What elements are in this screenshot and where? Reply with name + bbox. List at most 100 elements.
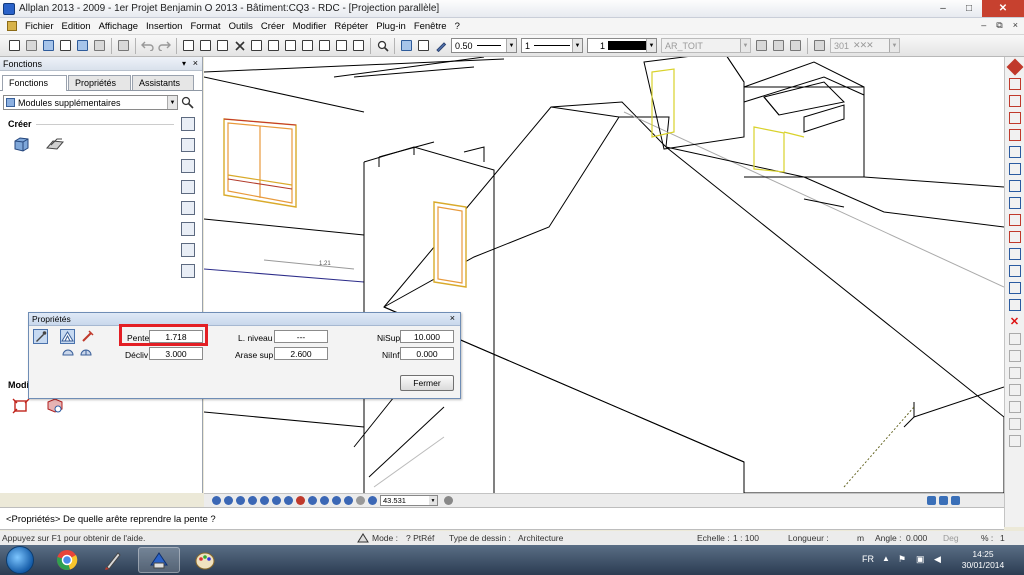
navigate-icon[interactable]: [331, 496, 341, 505]
tab-proprietes[interactable]: Propriétés: [68, 75, 131, 90]
image-button[interactable]: [117, 39, 131, 53]
level-tool-icon[interactable]: [1008, 401, 1021, 413]
brush-tool-icon[interactable]: [1008, 333, 1021, 345]
drawing-type-value[interactable]: Architecture: [518, 533, 563, 543]
doc-close-button[interactable]: ×: [1013, 20, 1018, 31]
zoom-in-icon[interactable]: [271, 496, 281, 505]
menu-fenetre[interactable]: Fenêtre: [410, 21, 451, 32]
landscape-tool-icon[interactable]: [181, 264, 195, 278]
sphere-tool-icon[interactable]: [181, 117, 195, 131]
angle-value[interactable]: 0.000: [906, 533, 927, 543]
delete-button[interactable]: [233, 39, 247, 53]
grid-tool-icon[interactable]: [181, 138, 195, 152]
transform-tool-icon[interactable]: [1008, 299, 1021, 311]
drawing-viewport[interactable]: 1.21: [204, 57, 1004, 493]
edit-copy-solid-icon[interactable]: [46, 398, 64, 414]
layer-visibility-button[interactable]: [772, 39, 786, 53]
redo-button[interactable]: [158, 39, 172, 53]
menu-format[interactable]: Format: [186, 21, 224, 32]
module-select[interactable]: Modules supplémentaires ▼: [3, 95, 178, 110]
array-tool-icon[interactable]: [1008, 180, 1021, 192]
zoom-all-icon[interactable]: [211, 496, 221, 505]
taskbar-chrome[interactable]: [46, 547, 88, 573]
decliv-input[interactable]: 3.000: [149, 347, 203, 360]
join-tool-icon[interactable]: [1008, 129, 1021, 141]
properties-dialog-close-button[interactable]: ×: [450, 313, 455, 323]
pen-pipette-button[interactable]: [417, 39, 431, 53]
menu-edition[interactable]: Edition: [58, 21, 95, 32]
layer-select[interactable]: AR_TOIT ▼: [661, 38, 751, 53]
hide-icon[interactable]: [307, 496, 317, 505]
section-icon[interactable]: [367, 496, 377, 505]
pin-icon[interactable]: ▾: [182, 59, 186, 68]
l-niveau-input[interactable]: ---: [274, 330, 328, 343]
language-indicator[interactable]: FR: [862, 554, 874, 564]
length-unit[interactable]: m: [857, 533, 864, 543]
pan-icon[interactable]: [235, 496, 245, 505]
multi-copy-button[interactable]: [352, 39, 366, 53]
zoom-out-icon[interactable]: [259, 496, 269, 505]
align-tool-icon[interactable]: [1008, 197, 1021, 209]
zoom-button[interactable]: [376, 39, 390, 53]
scale-tool-icon[interactable]: [1008, 248, 1021, 260]
tab-assistants[interactable]: Assistants: [132, 75, 194, 90]
roof-pick-button[interactable]: [80, 329, 95, 344]
hatch-settings-button[interactable]: [813, 39, 827, 53]
fermer-button[interactable]: Fermer: [400, 375, 454, 391]
pen-thickness-select[interactable]: 0.50 ▼: [451, 38, 517, 53]
undo-button[interactable]: [141, 39, 155, 53]
layer-button[interactable]: [42, 39, 56, 53]
stretch-tool-icon[interactable]: [1008, 163, 1021, 175]
taskbar-clock[interactable]: 14:25 30/01/2014: [958, 549, 1008, 571]
layer-settings-button[interactable]: [755, 39, 769, 53]
menu-repeter[interactable]: Répéter: [330, 21, 372, 32]
open-project-button[interactable]: [59, 39, 73, 53]
network-icon[interactable]: ▣: [916, 554, 925, 565]
menu-creer[interactable]: Créer: [257, 21, 289, 32]
menu-fichier[interactable]: Fichier: [21, 21, 58, 32]
house-button[interactable]: [216, 39, 230, 53]
hatch-select[interactable]: 301 ✕✕✕ ▼: [830, 38, 900, 53]
menu-plugin[interactable]: Plug-in: [372, 21, 410, 32]
group-tool-icon[interactable]: [1008, 282, 1021, 294]
sigma-icon[interactable]: [1008, 435, 1021, 447]
save-button[interactable]: [76, 39, 90, 53]
taskbar-paint[interactable]: [184, 547, 226, 573]
menu-modifier[interactable]: Modifier: [289, 21, 331, 32]
selection-tool-icon[interactable]: [1008, 367, 1021, 379]
measure-tool-icon[interactable]: [1008, 214, 1021, 226]
edit-solid-icon[interactable]: [12, 398, 30, 414]
filter-tool-icon[interactable]: [1008, 350, 1021, 362]
nisup-input[interactable]: 10.000: [400, 330, 454, 343]
view-cube-icon[interactable]: [295, 496, 305, 505]
layer-filter-button[interactable]: [789, 39, 803, 53]
pipette-tool-button[interactable]: [33, 329, 48, 344]
mirror-button[interactable]: [301, 39, 315, 53]
menu-affichage[interactable]: Affichage: [95, 21, 142, 32]
menu-insertion[interactable]: Insertion: [142, 21, 186, 32]
line-type-select[interactable]: 1 ▼: [521, 38, 583, 53]
scale-value[interactable]: 1 : 100: [733, 533, 759, 543]
move-tool-icon[interactable]: [1008, 146, 1021, 158]
redo-view-icon[interactable]: [355, 496, 365, 505]
minimize-button[interactable]: –: [930, 0, 956, 17]
roof-slope-button[interactable]: [60, 329, 75, 344]
fullscreen-icon[interactable]: [444, 496, 453, 505]
line-tool-icon[interactable]: [1008, 78, 1021, 90]
building-3d-view[interactable]: 1.21: [204, 57, 1004, 493]
taskbar-allplan[interactable]: [138, 547, 180, 573]
tag-tool-icon[interactable]: [181, 222, 195, 236]
sum-tool-icon[interactable]: [1008, 418, 1021, 430]
box-tool-icon[interactable]: [181, 180, 195, 194]
maximize-button[interactable]: □: [956, 0, 982, 17]
menu-help[interactable]: ?: [451, 21, 464, 32]
zoom-scale-input[interactable]: 43.531 ▼: [380, 495, 438, 506]
measure-button[interactable]: [182, 39, 196, 53]
dome-alt-icon[interactable]: [80, 348, 92, 356]
copy-tool-icon[interactable]: [1008, 95, 1021, 107]
doc-minimize-button[interactable]: –: [981, 20, 986, 31]
delete-x-icon[interactable]: ✕: [1009, 316, 1021, 328]
distort-button[interactable]: [335, 39, 349, 53]
copy-mirror-button[interactable]: [318, 39, 332, 53]
format-properties-button[interactable]: [400, 39, 414, 53]
